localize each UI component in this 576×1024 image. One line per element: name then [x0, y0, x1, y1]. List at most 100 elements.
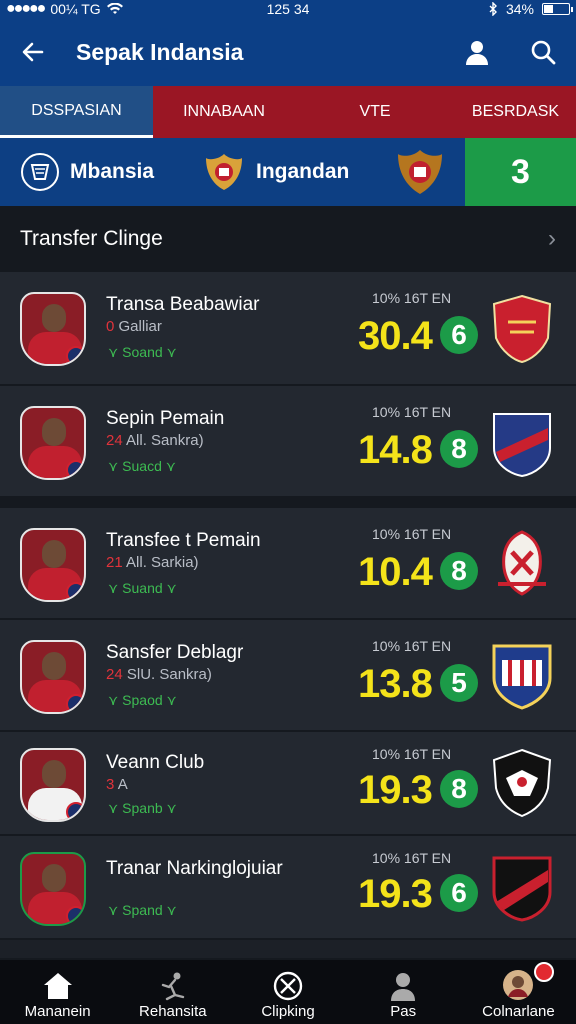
bottom-nav: Mananein Rehansita Clipking Pas Colnarla… [0, 960, 576, 1024]
player-row[interactable]: Transa Beabawiar 0 Galliar ⋎ Soand ⋎ 10%… [0, 272, 576, 386]
search-icon [531, 40, 556, 65]
player-detail: All. Sankra) [126, 432, 204, 449]
player-meta: 10% 16T EN [372, 526, 452, 542]
nav-label: Colnarlane [482, 1003, 555, 1020]
tab-vte[interactable]: VTE [295, 86, 455, 138]
player-detail: All. Sarkia) [126, 554, 199, 571]
squad-label: Suacd [122, 458, 162, 474]
team-one: Mbansia [20, 152, 154, 192]
squad-label: Spanb [122, 800, 163, 816]
battery-percent: 34% [505, 1, 534, 17]
app-actions [462, 37, 558, 67]
team-two-crest-icon [206, 154, 242, 190]
tab-innabaan[interactable]: INNABAAN [153, 86, 295, 138]
player-squad: ⋎ Suand ⋎ [108, 580, 177, 596]
rating-badge: 6 [440, 874, 478, 912]
nav-colnarlane[interactable]: Colnarlane [461, 960, 576, 1024]
player-squad: ⋎ Spaod ⋎ [108, 692, 177, 708]
player-sub: 24 All. Sankra) [106, 432, 204, 449]
back-button[interactable] [18, 37, 48, 67]
player-row[interactable]: Sepin Pemain 24 All. Sankra) ⋎ Suacd ⋎ 1… [0, 386, 576, 498]
player-value: 13.8 [358, 662, 433, 706]
tab-dsspasian[interactable]: DSSPASIAN [0, 86, 153, 138]
player-avatar [20, 292, 86, 366]
player-sub: 21 All. Sarkia) [106, 554, 199, 571]
match-score: 3 [465, 138, 576, 206]
club-crest-icon [492, 644, 552, 710]
player-squad: ⋎ Suacd ⋎ [108, 458, 177, 474]
tab-besrdask[interactable]: BESRDASK [455, 86, 576, 138]
player-kick-icon [161, 972, 184, 1001]
squad-label: Spand [122, 902, 163, 918]
battery-icon [542, 3, 573, 15]
team-one-crest-icon [21, 153, 59, 191]
player-detail: Galliar [118, 318, 162, 335]
player-row[interactable]: Sansfer Deblagr 24 SlU. Sankra) ⋎ Spaod … [0, 620, 576, 732]
rating-badge: 6 [440, 316, 478, 354]
rating-badge: 5 [440, 664, 478, 702]
player-avatar [20, 640, 86, 714]
battery-fill [544, 5, 553, 13]
list-item-partial [0, 940, 576, 960]
player-head [42, 304, 66, 332]
nav-rehansita[interactable]: Rehansita [115, 960, 230, 1024]
bluetooth-icon [489, 2, 497, 16]
player-row[interactable]: Transfee t Pemain 21 All. Sarkia) ⋎ Suan… [0, 508, 576, 620]
player-avatar [20, 852, 86, 926]
player-detail: A [117, 776, 128, 793]
mini-club-badge-icon [66, 460, 84, 478]
match-bar[interactable]: Mbansia Ingandan 3 [0, 138, 576, 206]
player-head [42, 540, 66, 568]
nav-label: Rehansita [139, 1003, 207, 1020]
home-icon [43, 973, 72, 999]
player-name: Sansfer Deblagr [106, 642, 244, 663]
player-avatar [20, 406, 86, 480]
squad-label: Suand [122, 580, 163, 596]
profile-button[interactable] [462, 37, 492, 67]
player-squad: ⋎ Soand ⋎ [108, 344, 177, 360]
squad-label: Soand [122, 344, 163, 360]
player-avatar [20, 748, 86, 822]
person-icon [391, 973, 416, 1001]
wifi-icon [106, 3, 123, 14]
team-two-name: Ingandan [256, 160, 350, 183]
team-one-name: Mbansia [70, 160, 155, 183]
player-sub: 24 SlU. Sankra) [106, 666, 212, 683]
team-two: Ingandan [202, 150, 349, 194]
team-two-emblem-icon [398, 150, 442, 194]
player-avatar [20, 528, 86, 602]
mini-club-badge-icon [66, 802, 84, 820]
player-squad: ⋎ Spand ⋎ [108, 902, 177, 918]
player-meta: 10% 16T EN [372, 404, 452, 420]
player-name: Transa Beabawiar [106, 294, 260, 315]
status-right: 34% [488, 1, 573, 17]
tab-bar: DSSPASIAN INNABAAN VTE BESRDASK [0, 86, 576, 138]
player-number: 24 [106, 666, 123, 683]
player-list: Transa Beabawiar 0 Galliar ⋎ Soand ⋎ 10%… [0, 272, 576, 960]
player-sub: 0 Galliar [106, 318, 162, 335]
mini-club-badge-icon [66, 906, 84, 924]
rating-badge: 8 [440, 552, 478, 590]
player-detail: SlU. Sankra) [126, 666, 212, 683]
ball-icon [273, 971, 303, 1001]
player-row[interactable]: Tranar Narkinglojuiar ⋎ Spand ⋎ 10% 16T … [0, 836, 576, 940]
avatar-icon [503, 970, 534, 1000]
nav-label: Pas [390, 1003, 417, 1020]
mini-club-badge-icon [66, 694, 84, 712]
user-icon [466, 41, 488, 65]
player-number: 21 [106, 554, 123, 571]
squad-label: Spaod [122, 692, 163, 708]
nav-pas[interactable]: Pas [346, 960, 461, 1024]
transfer-section-header[interactable]: Transfer Clinge › [0, 206, 576, 272]
nav-mananein[interactable]: Mananein [0, 960, 115, 1024]
player-number: 3 [106, 776, 115, 793]
club-crest-icon [493, 413, 551, 478]
mini-club-badge-icon [66, 346, 84, 364]
search-button[interactable] [528, 37, 558, 67]
player-head [42, 652, 66, 680]
player-name: Sepin Pemain [106, 408, 225, 429]
rating-badge: 8 [440, 430, 478, 468]
nav-label: Clipking [261, 1003, 315, 1020]
nav-clipking[interactable]: Clipking [230, 960, 345, 1024]
player-row[interactable]: Veann Club 3 A ⋎ Spanb ⋎ 10% 16T EN 19.3… [0, 732, 576, 836]
